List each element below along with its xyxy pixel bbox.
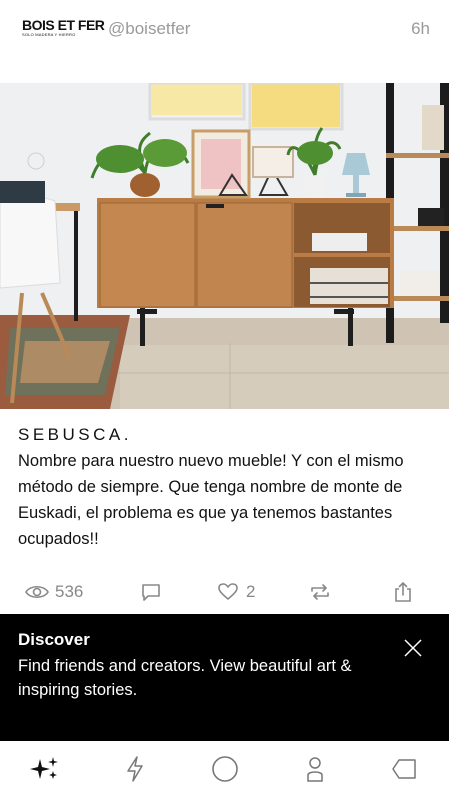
post-caption: SEBUSCA. Nombre para nuestro nuevo muebl… (18, 422, 433, 552)
views-count: 536 (55, 582, 84, 601)
bottom-tab-bar (0, 741, 449, 800)
tab-activity[interactable] (115, 755, 155, 787)
comment-button[interactable] (141, 578, 161, 606)
share-button[interactable] (394, 578, 412, 606)
banner-title: Discover (18, 630, 90, 649)
logo-text: BOIS ET FER (22, 17, 105, 33)
eye-icon (25, 584, 49, 600)
post-title: SEBUSCA. (18, 425, 132, 444)
tab-collections[interactable] (384, 755, 424, 787)
post-timestamp: 6h (411, 19, 430, 38)
repost-icon (310, 583, 330, 601)
share-icon (394, 581, 412, 603)
tag-icon (391, 758, 417, 785)
heart-icon (218, 583, 238, 601)
tab-home[interactable] (205, 755, 245, 787)
repost-button[interactable] (310, 578, 330, 606)
tab-profile[interactable] (295, 755, 335, 787)
discover-banner[interactable]: Discover Find friends and creators. View… (0, 614, 449, 748)
likes-count: 2 (246, 582, 256, 601)
discover-sparkle-icon (28, 755, 60, 788)
user-handle[interactable]: @boisetfer (108, 19, 190, 39)
home-circle-icon (211, 755, 239, 788)
post-body: Nombre para nuestro nuevo mueble! Y con … (18, 452, 404, 548)
sideboard-photo (0, 83, 449, 409)
post-header: BOIS ET FER SOLO MADERA Y HIERRO @boiset… (0, 0, 449, 60)
close-icon[interactable] (403, 638, 423, 658)
post-actions: 536 2 (0, 578, 449, 606)
like-button[interactable]: 2 (218, 578, 255, 606)
lightning-icon (126, 755, 144, 787)
tab-discover[interactable] (24, 755, 64, 787)
brand-logo[interactable]: BOIS ET FER SOLO MADERA Y HIERRO (22, 17, 105, 40)
comment-icon (141, 583, 161, 601)
banner-text: Find friends and creators. View beautifu… (18, 657, 352, 699)
views-counter: 536 (25, 578, 83, 606)
post-image[interactable] (0, 83, 449, 409)
profile-icon (305, 756, 325, 787)
